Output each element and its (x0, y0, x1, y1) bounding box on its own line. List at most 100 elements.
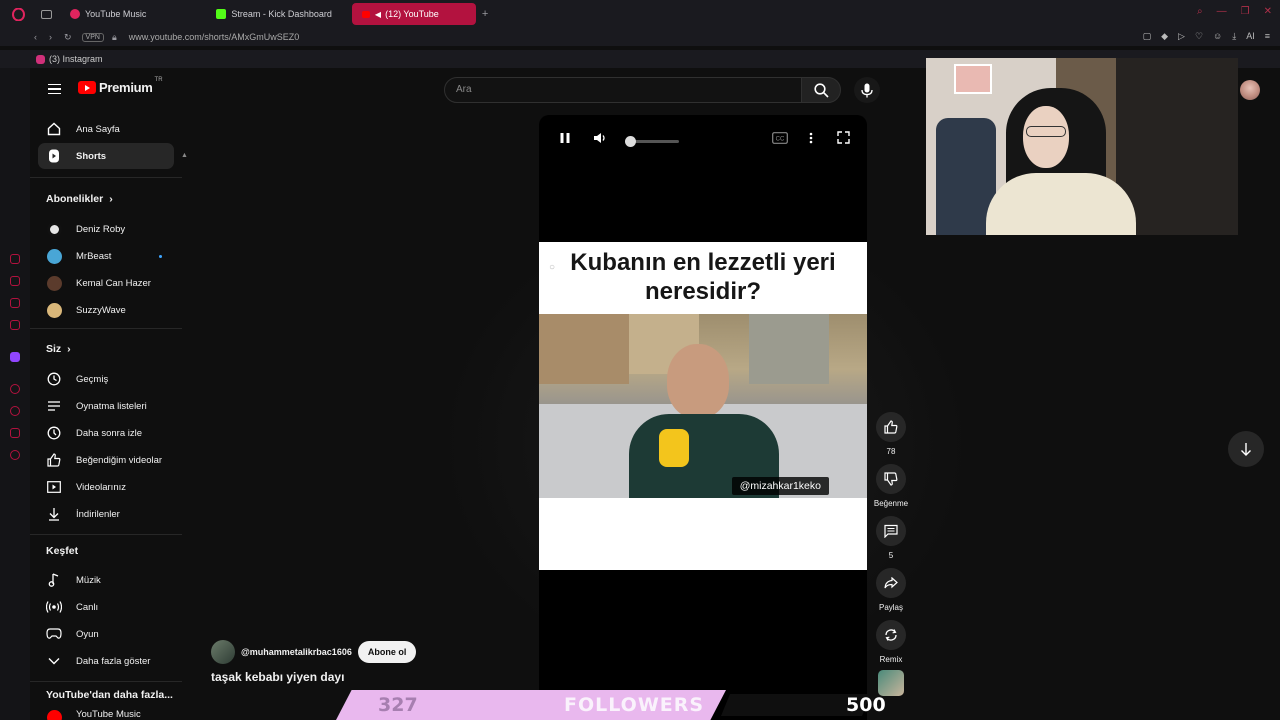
home-icon (46, 121, 62, 137)
sidebar-app-icon[interactable] (10, 298, 20, 308)
sidebar-item-home[interactable]: Ana Sayfa (38, 116, 174, 142)
avatar (46, 709, 62, 720)
sidebar-item-downloads[interactable]: İndirilenler (38, 501, 174, 527)
ai-icon[interactable]: AI (1246, 31, 1255, 42)
comments-button[interactable]: 5 (873, 516, 909, 560)
sidebar-item-music[interactable]: Müzik (38, 567, 174, 593)
arrow-down-icon (1241, 443, 1251, 456)
your-videos-icon (46, 479, 62, 495)
history-icon[interactable] (10, 406, 20, 416)
subscription-deniz-roby[interactable]: Deniz Roby (38, 216, 174, 242)
menu-icon[interactable]: ≡ (1265, 31, 1270, 42)
sidebar-item-live[interactable]: Canlı (38, 594, 174, 620)
reload-icon[interactable]: ↻ (64, 32, 72, 43)
vpn-badge[interactable]: VPN (81, 32, 104, 42)
chevron-down-icon (46, 653, 62, 669)
sidebar-item-shorts[interactable]: Shorts (38, 143, 174, 169)
close-button[interactable]: ✕ (1264, 6, 1272, 17)
sidebar-item-watch-later[interactable]: Daha sonra izle (38, 420, 174, 446)
like-button[interactable]: 78 (873, 412, 909, 456)
fullscreen-button[interactable] (837, 131, 850, 149)
sidebar-item-history[interactable]: Geçmiş (38, 366, 174, 392)
tab-youtube-music[interactable]: YouTube Music (60, 3, 156, 25)
opera-logo-icon[interactable] (8, 4, 28, 24)
guide-menu-icon[interactable] (48, 84, 61, 94)
tab-kick-dashboard[interactable]: Stream - Kick Dashboard (206, 3, 342, 25)
sidebar-app-icon[interactable] (10, 428, 20, 438)
more-options-button[interactable] (809, 131, 813, 149)
forward-icon[interactable]: › (49, 32, 52, 43)
show-more-button[interactable]: Daha fazla göster (38, 648, 174, 674)
subscribe-button[interactable]: Abone ol (357, 641, 417, 663)
tab-menu-icon[interactable] (36, 4, 56, 24)
sidebar-item-label: Kemal Can Hazer (76, 277, 151, 289)
video-frame: Kubanın en lezzetli yeri neresidir? ○ @m… (539, 242, 867, 570)
subscription-mrbeast[interactable]: MrBeast (38, 243, 174, 269)
snapshot-icon[interactable]: ▢ (1143, 31, 1152, 42)
youtube-premium-logo[interactable]: Premium TR (78, 76, 163, 95)
volume-button[interactable] (593, 131, 607, 149)
browser-tab-bar: YouTube Music Stream - Kick Dashboard ◀ … (0, 0, 1280, 28)
sidebar-item-liked-videos[interactable]: Beğendiğim videolar (38, 447, 174, 473)
channel-name[interactable]: @muhammetalikrbac1606 (241, 647, 352, 657)
sidebar-item-playlists[interactable]: Oynatma listeleri (38, 393, 174, 419)
subscription-kemal-can-hazer[interactable]: Kemal Can Hazer (38, 270, 174, 296)
shorts-player[interactable]: CC Kubanın en lezzetli yeri neresidir? ○… (539, 115, 867, 720)
sidebar-item-gaming[interactable]: Oyun (38, 621, 174, 647)
search-button[interactable] (801, 77, 841, 103)
sidebar-item-youtube-music[interactable]: YouTube Music (38, 709, 174, 720)
playlist-icon (46, 398, 62, 414)
settings-icon[interactable] (10, 450, 20, 460)
sidebar-item-label: Geçmiş (76, 373, 109, 385)
speaker-icon: ◀ (374, 9, 382, 19)
you-heading[interactable]: Siz › (46, 343, 71, 355)
heart-icon[interactable]: ♡ (1195, 31, 1203, 42)
search-input[interactable]: Ara (444, 77, 802, 103)
url-field[interactable]: www.youtube.com/shorts/AMxGmUwSEZ0 (129, 32, 300, 42)
account-icon[interactable]: ☺ (1213, 31, 1222, 42)
subscriptions-heading[interactable]: Abonelikler › (46, 193, 113, 205)
sidebar-item-your-videos[interactable]: Videolarınız (38, 474, 174, 500)
pause-button[interactable] (559, 131, 571, 149)
remix-button[interactable]: Remix (873, 620, 909, 664)
dislike-button[interactable]: Beğenme (873, 464, 909, 508)
logo-region: TR (154, 76, 163, 83)
back-icon[interactable]: ‹ (34, 32, 37, 43)
section-title: Keşfet (46, 545, 79, 557)
account-avatar[interactable] (1240, 80, 1260, 100)
voice-search-button[interactable] (854, 77, 880, 103)
sidebar-item-label: Oyun (76, 628, 99, 640)
next-short-button[interactable] (1228, 431, 1264, 467)
minimize-button[interactable]: — (1217, 6, 1227, 17)
avatar (46, 248, 62, 264)
sidebar-app-icon[interactable] (10, 384, 20, 394)
followers-goal: 500 (846, 694, 886, 716)
kick-icon (216, 9, 227, 19)
subscription-suzzywave[interactable]: SuzzyWave (38, 297, 174, 323)
sidebar-item-label: Beğendiğim videolar (76, 454, 163, 466)
remix-icon (876, 620, 906, 650)
short-title[interactable]: taşak kebabı yiyen dayı (211, 670, 344, 684)
svg-text:CC: CC (776, 137, 785, 143)
sidebar-app-icon[interactable] (10, 276, 20, 286)
sidebar-app-icon[interactable] (10, 254, 20, 264)
bookmark-instagram[interactable]: (3) Instagram (49, 54, 103, 64)
new-content-dot (159, 254, 162, 258)
twitch-icon[interactable] (10, 352, 20, 362)
more-vert-icon (809, 132, 813, 144)
youtube-icon (361, 10, 370, 18)
maximize-button[interactable]: ❐ (1241, 6, 1250, 17)
shield-icon[interactable]: ◆ (1161, 31, 1168, 42)
channel-avatar[interactable] (211, 640, 235, 664)
share-button[interactable]: Paylaş (873, 568, 909, 612)
search-tabs-icon[interactable]: ⌕ (1197, 6, 1203, 17)
captions-button[interactable]: CC (772, 131, 788, 149)
scroll-up-arrow-icon[interactable]: ▲ (181, 152, 188, 159)
chevron-right-icon: › (109, 193, 113, 205)
new-tab-button[interactable]: + (482, 8, 488, 20)
tab-youtube[interactable]: ◀ (12) YouTube (351, 3, 476, 25)
player-icon[interactable]: ▷ (1178, 31, 1185, 42)
sidebar-app-icon[interactable] (10, 320, 20, 330)
download-icon[interactable]: ⤓ (1232, 31, 1236, 42)
volume-slider-handle[interactable] (625, 136, 636, 147)
